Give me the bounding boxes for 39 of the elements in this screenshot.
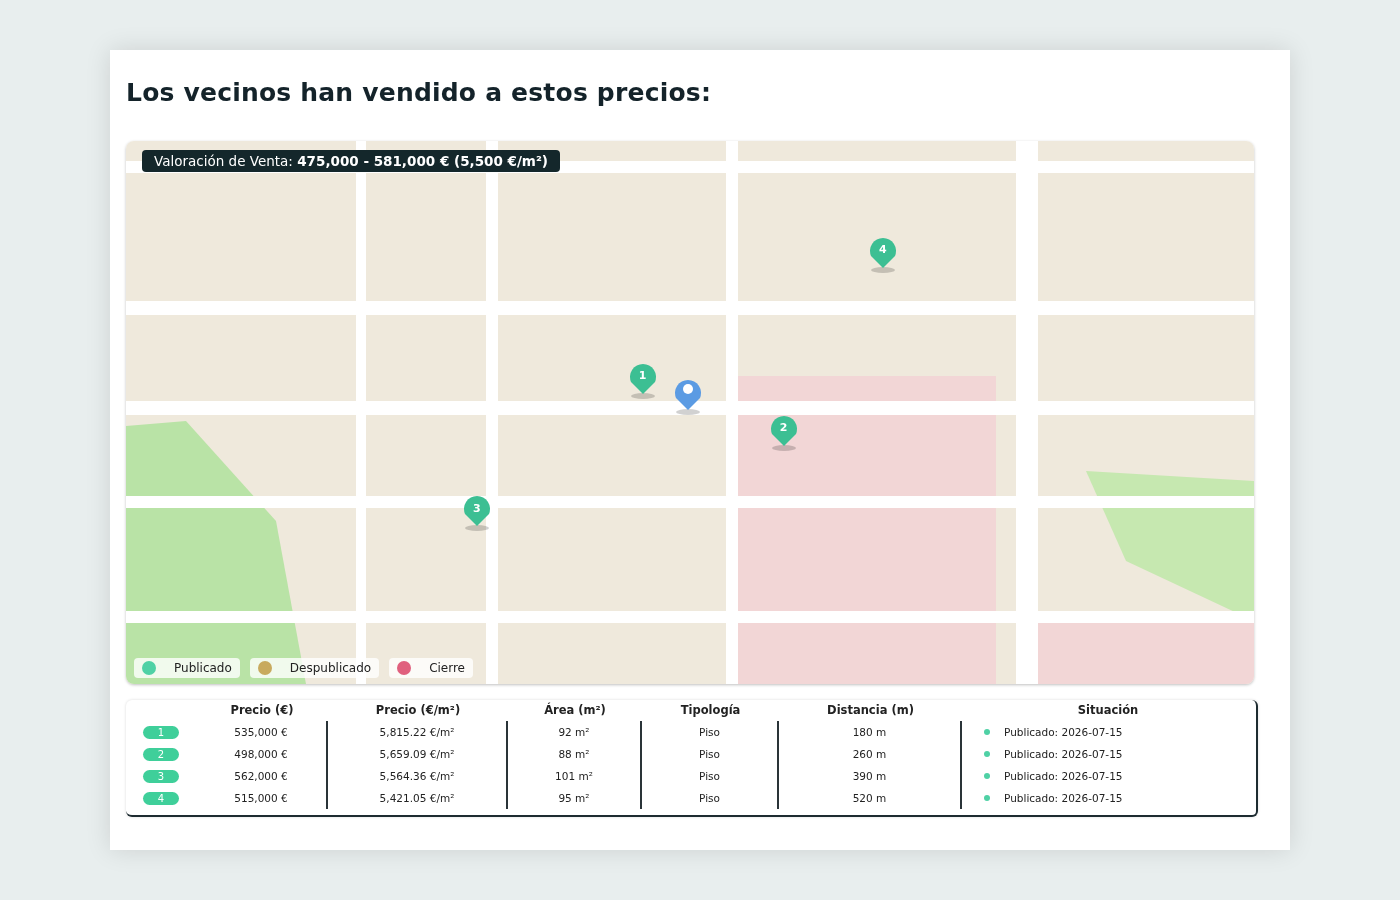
status-text: Publicado: 2026-07-15 [1004,726,1123,738]
table-cell: 390 m [779,765,962,787]
table-cell: 88 m² [508,743,642,765]
status-text: Publicado: 2026-07-15 [1004,770,1123,782]
table-cell: 498,000 € [196,743,328,765]
table-cell: 520 m [779,787,962,809]
section-title: Los vecinos han vendido a estos precios: [126,78,713,107]
table-cell: 5,421.05 €/m² [328,787,508,809]
column-header: Situación [1076,702,1140,719]
table-cell: 95 m² [508,787,642,809]
row-number-badge: 2 [143,747,179,761]
status-text: Publicado: 2026-07-15 [1004,792,1123,804]
table-cell: Piso [642,743,779,765]
table-cell: 5,659.09 €/m² [328,743,508,765]
legend-item: Cierre [389,658,473,678]
table-cell: 562,000 € [196,765,328,787]
table-cell: 92 m² [508,721,642,743]
status-text: Publicado: 2026-07-15 [1004,748,1123,760]
table-cell: Piso [642,787,779,809]
table-cell: 260 m [779,743,962,765]
valuation-label: Valoración de Venta: 475,000 - 581,000 € (5,500 €/m²) [142,150,561,172]
column-header: Distancia (m) [826,702,915,719]
table-cell: 535,000 € [196,721,328,743]
column-header: Área (m²) [543,702,607,719]
table-cell: 5,564.36 €/m² [328,765,508,787]
column-header: Precio (€/m²) [374,702,462,719]
legend-item: Publicado [134,658,240,678]
row-number-badge: 3 [143,769,179,783]
column-header: Precio (€) [229,702,295,719]
legend-item: Despublicado [249,658,380,678]
column-header: Tipología [679,702,742,719]
table-cell: Piso [642,765,779,787]
table-cell: 5,815.22 €/m² [328,721,508,743]
row-number-badge: 4 [143,791,179,805]
table-cell: Piso [642,721,779,743]
row-number-badge: 1 [143,725,179,739]
table-cell: 515,000 € [196,787,328,809]
table-cell: 101 m² [508,765,642,787]
table-cell: 180 m [779,721,962,743]
